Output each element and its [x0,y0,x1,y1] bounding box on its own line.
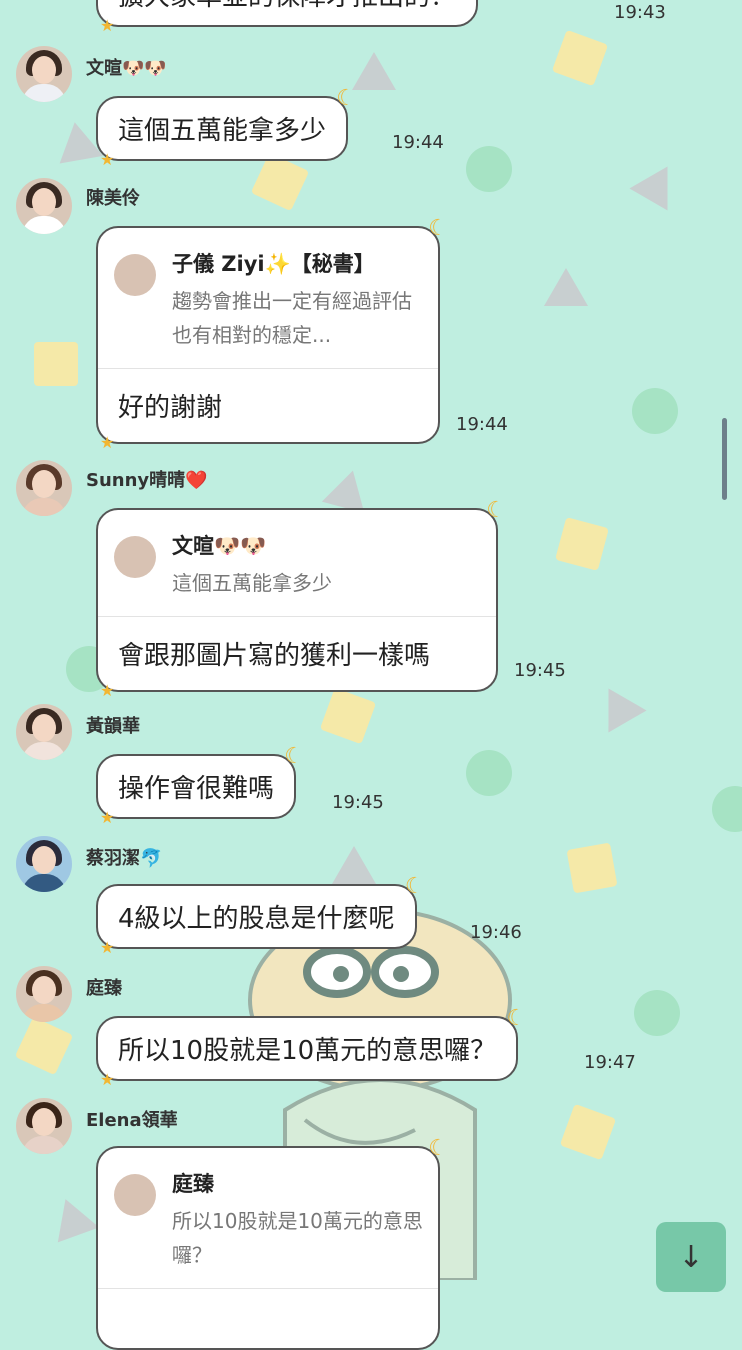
bg-square [559,1103,617,1161]
message-bubble[interactable]: 所以10股就是10萬元的意思囉？ ☾ ★ [96,1006,526,1089]
bg-circle [634,990,680,1036]
star-icon: ★ [100,16,115,35]
bg-triangle [352,52,396,90]
message-bubble-cutoff[interactable]: 擴大家準並的保障才推出的？ ★ [96,0,479,35]
avatar[interactable] [16,46,72,102]
bg-square [34,342,78,386]
timestamp: 19:44 [392,132,444,153]
sender-name: 庭臻 [86,978,122,999]
quoted-message[interactable]: 子儀 Ziyi✨【秘書】 趨勢會推出一定有經過評估也有相對的穩定... [98,228,438,369]
quoted-avatar [114,536,156,578]
moon-icon: ☾ [404,874,425,899]
reply-bubble[interactable]: 庭臻 所以10股就是10萬元的意思囉？ ☾ [96,1136,448,1350]
quoted-sender: 子儀 Ziyi✨【秘書】 [172,252,375,276]
timestamp: 19:44 [456,414,508,435]
avatar[interactable] [16,704,72,760]
message-text: 好的謝謝 [118,393,223,423]
moon-icon: ☾ [284,744,305,769]
quoted-text: 這個五萬能拿多少 [172,571,332,595]
bg-triangle [44,1191,100,1243]
bg-triangle [589,677,647,733]
bg-circle [712,786,742,832]
star-icon: ★ [100,808,115,827]
moon-icon: ☾ [506,1006,527,1031]
bg-triangle [544,268,588,306]
bg-square [14,1016,74,1076]
bg-square [551,29,609,87]
reply-bubble[interactable]: 子儀 Ziyi✨【秘書】 趨勢會推出一定有經過評估也有相對的穩定... 好的謝謝… [96,216,448,452]
arrow-down-icon: ↓ [678,1239,704,1275]
quoted-message[interactable]: 庭臻 所以10股就是10萬元的意思囉？ [98,1148,438,1289]
quoted-message[interactable]: 文暄🐶🐶 這個五萬能拿多少 [98,510,496,617]
timestamp: 19:45 [514,660,566,681]
quoted-avatar [114,254,156,296]
message-bubble[interactable]: 4級以上的股息是什麼呢 ☾ ★ [96,874,425,957]
bg-square [566,842,618,894]
sender-name: Elena領華 [86,1110,178,1131]
avatar[interactable] [16,1098,72,1154]
star-icon: ★ [100,150,115,169]
quoted-sender: 庭臻 [172,1172,214,1196]
quoted-text: 所以10股就是10萬元的意思囉？ [172,1209,423,1267]
bg-circle [466,146,512,192]
scroll-to-bottom-button[interactable]: ↓ [656,1222,726,1292]
sender-name: 文暄🐶🐶 [86,58,167,79]
bg-square [319,687,377,745]
timestamp: 19:46 [470,922,522,943]
moon-icon: ☾ [428,216,448,241]
quoted-avatar [114,1174,156,1216]
message-text: 所以10股就是10萬元的意思囉？ [118,1036,497,1066]
quoted-text: 趨勢會推出一定有經過評估也有相對的穩定... [172,289,412,347]
moon-icon: ☾ [336,86,357,111]
timestamp: 19:47 [584,1052,636,1073]
timestamp: 19:45 [332,792,384,813]
bg-triangle [629,155,687,211]
star-icon: ★ [100,681,115,700]
sender-name: 蔡羽潔🐬 [86,848,163,869]
message-bubble[interactable]: 操作會很難嗎 ☾ ★ [96,744,304,827]
message-text: 操作會很難嗎 [118,774,275,804]
avatar[interactable] [16,836,72,892]
timestamp: 19:43 [614,2,666,23]
sender-name: 陳美伶 [86,188,140,209]
moon-icon: ☾ [486,498,506,523]
scrollbar-thumb[interactable] [722,418,727,500]
message-bubble[interactable]: 這個五萬能拿多少 ☾ ★ [96,86,356,169]
bg-triangle [332,846,376,884]
star-icon: ★ [100,1070,115,1089]
quoted-sender: 文暄🐶🐶 [172,534,267,558]
bg-circle [632,388,678,434]
avatar[interactable] [16,966,72,1022]
reply-bubble[interactable]: 文暄🐶🐶 這個五萬能拿多少 會跟那圖片寫的獲利一樣嗎 ☾ ★ [96,498,506,700]
sender-name: 黃韻華 [86,716,140,737]
message-text: 擴大家準並的保障才推出的？ [118,0,456,12]
sender-name: Sunny晴晴❤️ [86,470,208,491]
avatar[interactable] [16,460,72,516]
message-text: 這個五萬能拿多少 [118,116,327,146]
star-icon: ★ [100,938,115,957]
avatar[interactable] [16,178,72,234]
moon-icon: ☾ [428,1136,448,1161]
bg-triangle [321,464,375,514]
bg-square [250,152,310,212]
message-text: 會跟那圖片寫的獲利一樣嗎 [118,641,431,671]
bg-square [555,517,609,571]
star-icon: ★ [100,433,115,452]
bg-circle [466,750,512,796]
message-text: 4級以上的股息是什麼呢 [118,904,395,934]
